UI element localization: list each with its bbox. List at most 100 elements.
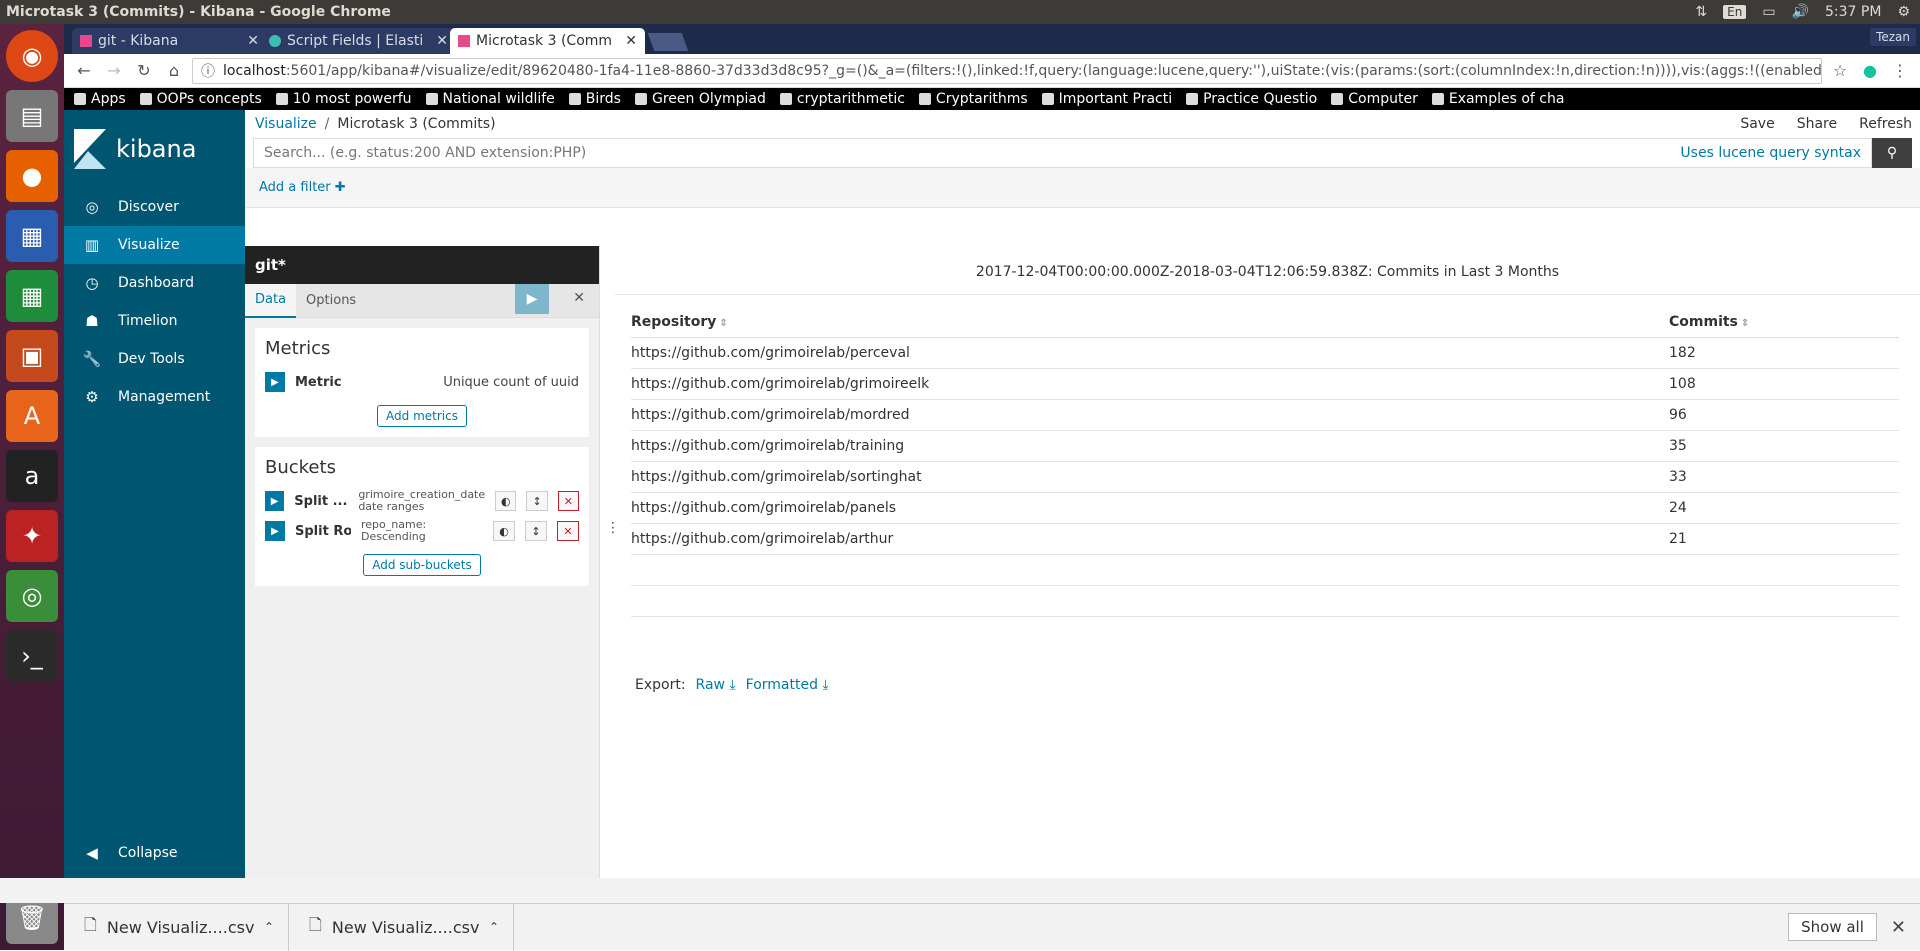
save-button[interactable]: Save (1740, 116, 1774, 132)
bookmark-item[interactable]: National wildlife (425, 91, 555, 107)
bucket-agg-desc: repo_name: Descending (361, 518, 427, 543)
export-formatted-link[interactable]: Formatted ⤓ (746, 677, 829, 693)
tab-script-fields[interactable]: Script Fields | Elasti ✕ (261, 28, 456, 54)
show-all-button[interactable]: Show all (1788, 913, 1877, 941)
refresh-button[interactable]: Refresh (1859, 116, 1912, 132)
breadcrumb-visualize[interactable]: Visualize (255, 116, 317, 132)
bookmark-item[interactable]: Computer (1331, 91, 1418, 107)
launcher: ◉ ▤ ● ▦ ▦ ▣ A a ✦ ◎ ›_ 🗑 (0, 24, 64, 950)
bookmark-item[interactable]: Practice Questio (1186, 91, 1317, 107)
bookmark-item[interactable]: Apps (74, 91, 126, 107)
expand-chevron-icon[interactable]: ▶ (265, 521, 285, 541)
sort-icon[interactable]: ⇕ (719, 318, 727, 329)
tab-close-icon[interactable]: ✕ (247, 33, 259, 49)
column-header-commits[interactable]: Commits ⇕ (1669, 307, 1899, 338)
search-input[interactable]: Search... (e.g. status:200 AND extension… (253, 138, 1872, 168)
close-icon[interactable]: ✕ (1891, 917, 1906, 938)
network-icon[interactable]: ⇅ (1695, 4, 1707, 20)
files-icon[interactable]: ▤ (6, 90, 58, 142)
export-raw-link[interactable]: Raw ⤓ (696, 677, 736, 693)
expand-chevron-icon[interactable]: ▶ (265, 491, 285, 511)
toggle-icon[interactable]: ◐ (493, 521, 515, 541)
bookmark-item[interactable]: 10 most powerfu (275, 91, 412, 107)
menu-icon[interactable]: ⋮ (1888, 61, 1912, 80)
remove-icon[interactable]: ✕ (557, 521, 579, 541)
tab-data[interactable]: Data (245, 283, 297, 318)
bookmark-item[interactable]: Birds (568, 91, 621, 107)
ubuntu-icon[interactable]: ◉ (6, 30, 58, 82)
drag-handle-icon[interactable]: ↕ (526, 491, 548, 511)
bookmark-item[interactable]: Important Practi (1041, 91, 1172, 107)
download-item[interactable]: 🗋 New Visualiz....csv ⌃ (289, 903, 514, 951)
nav-item-dashboard[interactable]: ◷ Dashboard (64, 264, 245, 302)
calc-icon[interactable]: ▦ (6, 270, 58, 322)
system-settings-icon[interactable]: ✦ (6, 510, 58, 562)
download-item[interactable]: 🗋 New Visualiz....csv ⌃ (64, 903, 289, 951)
impress-icon[interactable]: ▣ (6, 330, 58, 382)
new-tab-button[interactable] (647, 33, 689, 51)
bucket-agg-desc: grimoire_creation_date date ranges (358, 488, 486, 513)
nav-item-management[interactable]: ⚙ Management (64, 378, 245, 416)
firefox-icon[interactable]: ● (6, 150, 58, 202)
bookmark-item[interactable]: Green Olympiad (634, 91, 766, 107)
apply-changes-button[interactable]: ▶ (515, 284, 549, 314)
add-metrics-button[interactable]: Add metrics (377, 405, 467, 427)
tab-options[interactable]: Options (296, 284, 366, 318)
terminal-icon[interactable]: ›_ (6, 630, 58, 682)
keyboard-layout[interactable]: En (1723, 5, 1747, 19)
file-icon: 🗋 (309, 914, 322, 934)
column-header-repository[interactable]: Repository ⇕ (631, 307, 1669, 338)
chevron-up-icon[interactable]: ⌃ (489, 920, 513, 934)
tab-git-kibana[interactable]: git - Kibana ✕ (72, 28, 267, 54)
star-icon[interactable]: ☆ (1828, 61, 1852, 80)
clock[interactable]: 5:37 PM (1825, 4, 1881, 20)
bucket-agg: ▶ Split ... grimoire_creation_date date r… (265, 486, 580, 516)
bookmark-icon (139, 93, 152, 105)
expand-chevron-icon[interactable]: ▶ (265, 372, 285, 392)
remove-icon[interactable]: ✕ (557, 491, 580, 511)
discard-changes-icon[interactable]: ✕ (573, 290, 585, 306)
reload-icon[interactable]: ↻ (132, 61, 156, 80)
query-syntax-link[interactable]: Uses lucene query syntax (1680, 145, 1861, 161)
chevron-up-icon[interactable]: ⌃ (264, 920, 288, 934)
amazon-icon[interactable]: a (6, 450, 58, 502)
bookmark-item[interactable]: Cryptarithms (918, 91, 1028, 107)
nav-item-discover[interactable]: ◎ Discover (64, 188, 245, 226)
tab-close-icon[interactable]: ✕ (625, 33, 637, 49)
software-center-icon[interactable]: A (6, 390, 58, 442)
share-button[interactable]: Share (1797, 116, 1837, 132)
forward-icon[interactable]: → (102, 61, 126, 80)
bookmark-item[interactable]: cryptarithmetic (779, 91, 905, 107)
toggle-icon[interactable]: ◐ (495, 491, 517, 511)
writer-icon[interactable]: ▦ (6, 210, 58, 262)
nav-item-dev-tools[interactable]: 🔧 Dev Tools (64, 340, 245, 378)
commits-cell: 21 (1669, 523, 1899, 555)
download-icon: ⤓ (729, 676, 736, 693)
drag-handle-icon[interactable]: ↕ (525, 521, 547, 541)
home-icon[interactable]: ⌂ (162, 61, 186, 80)
tab-close-icon[interactable]: ✕ (436, 33, 448, 49)
info-icon[interactable]: ⓘ (201, 61, 215, 81)
nav-item-visualize[interactable]: ▥ Visualize (64, 226, 245, 264)
settings-icon[interactable]: ⚙ (1897, 4, 1910, 20)
add-sub-buckets-button[interactable]: Add sub-buckets (363, 554, 481, 576)
volume-icon[interactable]: 🔊 (1792, 4, 1809, 20)
profile-button[interactable]: Tezan (1870, 28, 1916, 46)
vis-editor-sidebar: git* Data Options ▶ ✕ Metrics ▶ Metric U… (245, 246, 600, 878)
bookmark-item[interactable]: Examples of cha (1431, 91, 1564, 107)
bookmark-item[interactable]: OOPs concepts (139, 91, 262, 107)
back-icon[interactable]: ← (72, 61, 96, 80)
collapse-button[interactable]: ◀ Collapse (64, 834, 245, 872)
kibana-logo[interactable]: kibana (64, 110, 245, 188)
chrome-icon[interactable]: ◎ (6, 570, 58, 622)
url-field[interactable]: ⓘ localhost:5601/app/kibana#/visualize/e… (192, 57, 1822, 84)
grammarly-icon[interactable]: ● (1858, 61, 1882, 80)
tab-microtask[interactable]: Microtask 3 (Comm ✕ (450, 28, 645, 54)
repository-cell: https://github.com/grimoirelab/panels (631, 492, 1669, 524)
sort-icon[interactable]: ⇕ (1741, 318, 1749, 329)
add-filter-button[interactable]: Add a filter ✚ (259, 180, 346, 195)
nav-item-timelion[interactable]: ☗ Timelion (64, 302, 245, 340)
search-button[interactable]: ⚲ (1872, 138, 1912, 168)
battery-icon[interactable]: ▭ (1762, 4, 1775, 20)
table-row: https://github.com/grimoirelab/arthur 21 (631, 523, 1899, 555)
